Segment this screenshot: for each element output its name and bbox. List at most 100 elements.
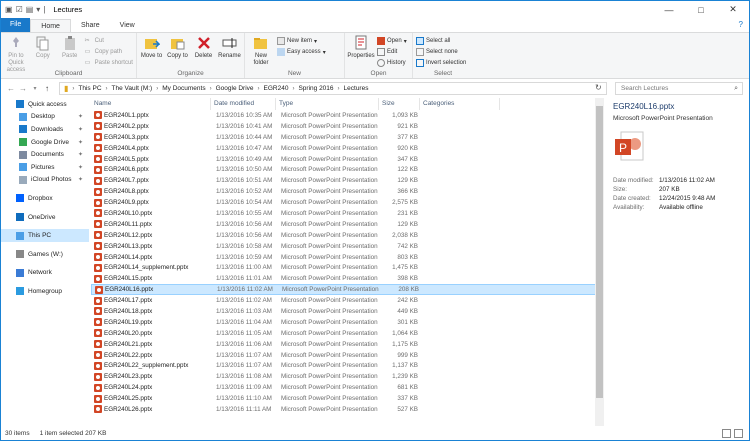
tab-file[interactable]: File bbox=[1, 18, 31, 32]
paste-shortcut-button[interactable]: ▭ Paste shortcut bbox=[85, 58, 133, 68]
breadcrumb-chevron-icon[interactable]: › bbox=[258, 86, 260, 92]
column-header-size[interactable]: Size bbox=[379, 98, 420, 110]
table-row[interactable]: EGR240L14_supplement.pptx 1/13/2016 11:00… bbox=[91, 262, 601, 273]
new-folder-icon[interactable]: ▤ bbox=[26, 5, 34, 14]
history-button[interactable]: History bbox=[377, 58, 407, 68]
breadcrumb-chevron-icon[interactable]: › bbox=[156, 86, 158, 92]
nav-item-pictures[interactable]: Pictures ✦ bbox=[1, 161, 89, 174]
nav-item-dropbox[interactable]: Dropbox bbox=[1, 192, 89, 205]
nav-item-games-w[interactable]: Games (W:) bbox=[1, 248, 89, 261]
nav-item-homegroup[interactable]: Homegroup bbox=[1, 285, 89, 298]
nav-item-downloads[interactable]: Downloads ✦ bbox=[1, 123, 89, 136]
table-row[interactable]: EGR240L25.pptx 1/13/2016 11:10 AM Microsof… bbox=[91, 393, 601, 404]
minimize-button[interactable]: — bbox=[653, 1, 685, 18]
cut-button[interactable]: ✂ Cut bbox=[85, 36, 133, 46]
nav-item-google-drive[interactable]: Google Drive ✦ bbox=[1, 136, 89, 149]
breadcrumb-item[interactable]: Google Drive bbox=[216, 85, 254, 92]
column-header-categories[interactable]: Categories bbox=[420, 98, 500, 110]
table-row[interactable]: EGR240L1.pptx 1/13/2016 10:35 AM Microsoft… bbox=[91, 110, 601, 121]
help-icon[interactable]: ? bbox=[739, 20, 743, 29]
large-icons-view-icon[interactable] bbox=[734, 429, 743, 438]
breadcrumb-item[interactable]: Spring 2016 bbox=[298, 85, 333, 92]
refresh-icon[interactable]: ↻ bbox=[595, 83, 602, 92]
column-header-type[interactable]: Type bbox=[276, 98, 379, 110]
select-all-button[interactable]: Select all bbox=[416, 36, 466, 46]
nav-item-desktop[interactable]: Desktop ✦ bbox=[1, 111, 89, 124]
table-row[interactable]: EGR240L10.pptx 1/13/2016 10:55 AM Microsof… bbox=[91, 208, 601, 219]
breadcrumb-item[interactable]: EGR240 bbox=[264, 85, 289, 92]
table-row[interactable]: EGR240L7.pptx 1/13/2016 10:51 AM Microsoft… bbox=[91, 175, 601, 186]
details-view-icon[interactable] bbox=[722, 429, 731, 438]
table-row[interactable]: EGR240L2.pptx 1/13/2016 10:41 AM Microsoft… bbox=[91, 121, 601, 132]
table-row[interactable]: EGR240L9.pptx 1/13/2016 10:54 AM Microsoft… bbox=[91, 197, 601, 208]
forward-arrow-icon[interactable]: → bbox=[17, 84, 29, 93]
breadcrumb-item[interactable]: This PC bbox=[78, 85, 101, 92]
new-item-button[interactable]: New item ▾ bbox=[277, 36, 326, 46]
pin-icon[interactable]: ✦ bbox=[78, 151, 83, 158]
breadcrumb-chevron-icon[interactable]: › bbox=[72, 86, 74, 92]
invert-selection-button[interactable]: Invert selection bbox=[416, 58, 466, 68]
address-bar[interactable]: ▮ › This PC › The Vault (M:) › My Documents › G… bbox=[59, 82, 607, 95]
table-row[interactable]: EGR240L26.pptx 1/13/2016 11:11 AM Microsof… bbox=[91, 404, 601, 415]
table-row[interactable]: EGR240L16.pptx 1/13/2016 11:02 AM Microsof… bbox=[91, 284, 601, 296]
up-arrow-icon[interactable]: ↑ bbox=[41, 84, 53, 93]
vertical-scrollbar[interactable] bbox=[595, 98, 604, 426]
pin-icon[interactable]: ✦ bbox=[78, 176, 83, 183]
table-row[interactable]: EGR240L18.pptx 1/13/2016 11:03 AM Microsof… bbox=[91, 306, 601, 317]
tab-home[interactable]: Home bbox=[30, 19, 71, 32]
easy-access-button[interactable]: Easy access ▾ bbox=[277, 47, 326, 57]
table-row[interactable]: EGR240L14.pptx 1/13/2016 10:59 AM Microsof… bbox=[91, 252, 601, 263]
column-header-date[interactable]: Date modified bbox=[211, 98, 276, 110]
table-row[interactable]: EGR240L22.pptx 1/13/2016 11:07 AM Microsof… bbox=[91, 350, 601, 361]
pin-icon[interactable]: ✦ bbox=[78, 126, 83, 133]
nav-item-documents[interactable]: Documents ✦ bbox=[1, 148, 89, 161]
copy-path-button[interactable]: ▭ Copy path bbox=[85, 47, 133, 57]
breadcrumb-chevron-icon[interactable]: › bbox=[210, 86, 212, 92]
table-row[interactable]: EGR240L8.pptx 1/13/2016 10:52 AM Microsoft… bbox=[91, 186, 601, 197]
open-button[interactable]: Open ▾ bbox=[377, 36, 407, 46]
search-input[interactable]: Search Lectures ⌕ bbox=[615, 82, 743, 95]
scrollbar-thumb[interactable] bbox=[596, 106, 603, 398]
breadcrumb-chevron-icon[interactable]: › bbox=[338, 86, 340, 92]
breadcrumb-chevron-icon[interactable]: › bbox=[292, 86, 294, 92]
pin-icon[interactable]: ✦ bbox=[78, 139, 83, 146]
table-row[interactable]: EGR240L4.pptx 1/13/2016 10:47 AM Microsoft… bbox=[91, 143, 601, 154]
table-row[interactable]: EGR240L19.pptx 1/13/2016 11:04 AM Microsof… bbox=[91, 317, 601, 328]
breadcrumb-item[interactable]: My Documents bbox=[162, 85, 205, 92]
table-row[interactable]: EGR240L3.pptx 1/13/2016 10:44 AM Microsoft… bbox=[91, 132, 601, 143]
table-row[interactable]: EGR240L17.pptx 1/13/2016 11:02 AM Microsof… bbox=[91, 295, 601, 306]
breadcrumb-item[interactable]: The Vault (M:) bbox=[112, 85, 153, 92]
nav-item-network[interactable]: Network bbox=[1, 267, 89, 280]
breadcrumb-item[interactable]: Lectures bbox=[344, 85, 369, 92]
breadcrumb-chevron-icon[interactable]: › bbox=[106, 86, 108, 92]
check-icon[interactable]: ☑ bbox=[16, 5, 23, 14]
dropdown-icon[interactable]: ▾ bbox=[36, 5, 40, 14]
table-row[interactable]: EGR240L21.pptx 1/13/2016 11:06 AM Microsof… bbox=[91, 339, 601, 350]
nav-item-onedrive[interactable]: OneDrive bbox=[1, 211, 89, 224]
nav-item-quick-access[interactable]: Quick access bbox=[1, 98, 89, 111]
tab-share[interactable]: Share bbox=[71, 19, 110, 32]
pin-icon[interactable]: ✦ bbox=[78, 164, 83, 171]
maximize-button[interactable]: □ bbox=[685, 1, 717, 18]
table-row[interactable]: EGR240L15.pptx 1/13/2016 11:01 AM Microsof… bbox=[91, 273, 601, 284]
select-none-button[interactable]: Select none bbox=[416, 47, 466, 57]
file-size-cell: 449 KB bbox=[397, 307, 418, 315]
tab-view[interactable]: View bbox=[110, 19, 145, 32]
close-button[interactable]: ✕ bbox=[717, 1, 749, 18]
table-row[interactable]: EGR240L20.pptx 1/13/2016 11:05 AM Microsof… bbox=[91, 328, 601, 339]
edit-button[interactable]: Edit bbox=[377, 47, 407, 57]
recent-chevron-icon[interactable]: ▾ bbox=[29, 85, 41, 92]
table-row[interactable]: EGR240L6.pptx 1/13/2016 10:50 AM Microsoft… bbox=[91, 164, 601, 175]
pin-icon[interactable]: ✦ bbox=[78, 113, 83, 120]
table-row[interactable]: EGR240L13.pptx 1/13/2016 10:58 AM Microsof… bbox=[91, 241, 601, 252]
table-row[interactable]: EGR240L5.pptx 1/13/2016 10:49 AM Microsoft… bbox=[91, 154, 601, 165]
table-row[interactable]: EGR240L23.pptx 1/13/2016 11:08 AM Microsof… bbox=[91, 371, 601, 382]
back-arrow-icon[interactable]: ← bbox=[5, 84, 17, 93]
table-row[interactable]: EGR240L12.pptx 1/13/2016 10:56 AM Microsof… bbox=[91, 230, 601, 241]
table-row[interactable]: EGR240L11.pptx 1/13/2016 10:56 AM Microsof… bbox=[91, 219, 601, 230]
table-row[interactable]: EGR240L22_supplement.pptx 1/13/2016 11:07… bbox=[91, 360, 601, 371]
table-row[interactable]: EGR240L24.pptx 1/13/2016 11:09 AM Microsof… bbox=[91, 382, 601, 393]
nav-item-this-pc[interactable]: This PC bbox=[1, 229, 89, 242]
nav-item-icloud-photos[interactable]: iCloud Photos ✦ bbox=[1, 174, 89, 187]
column-header-name[interactable]: Name bbox=[91, 98, 211, 110]
